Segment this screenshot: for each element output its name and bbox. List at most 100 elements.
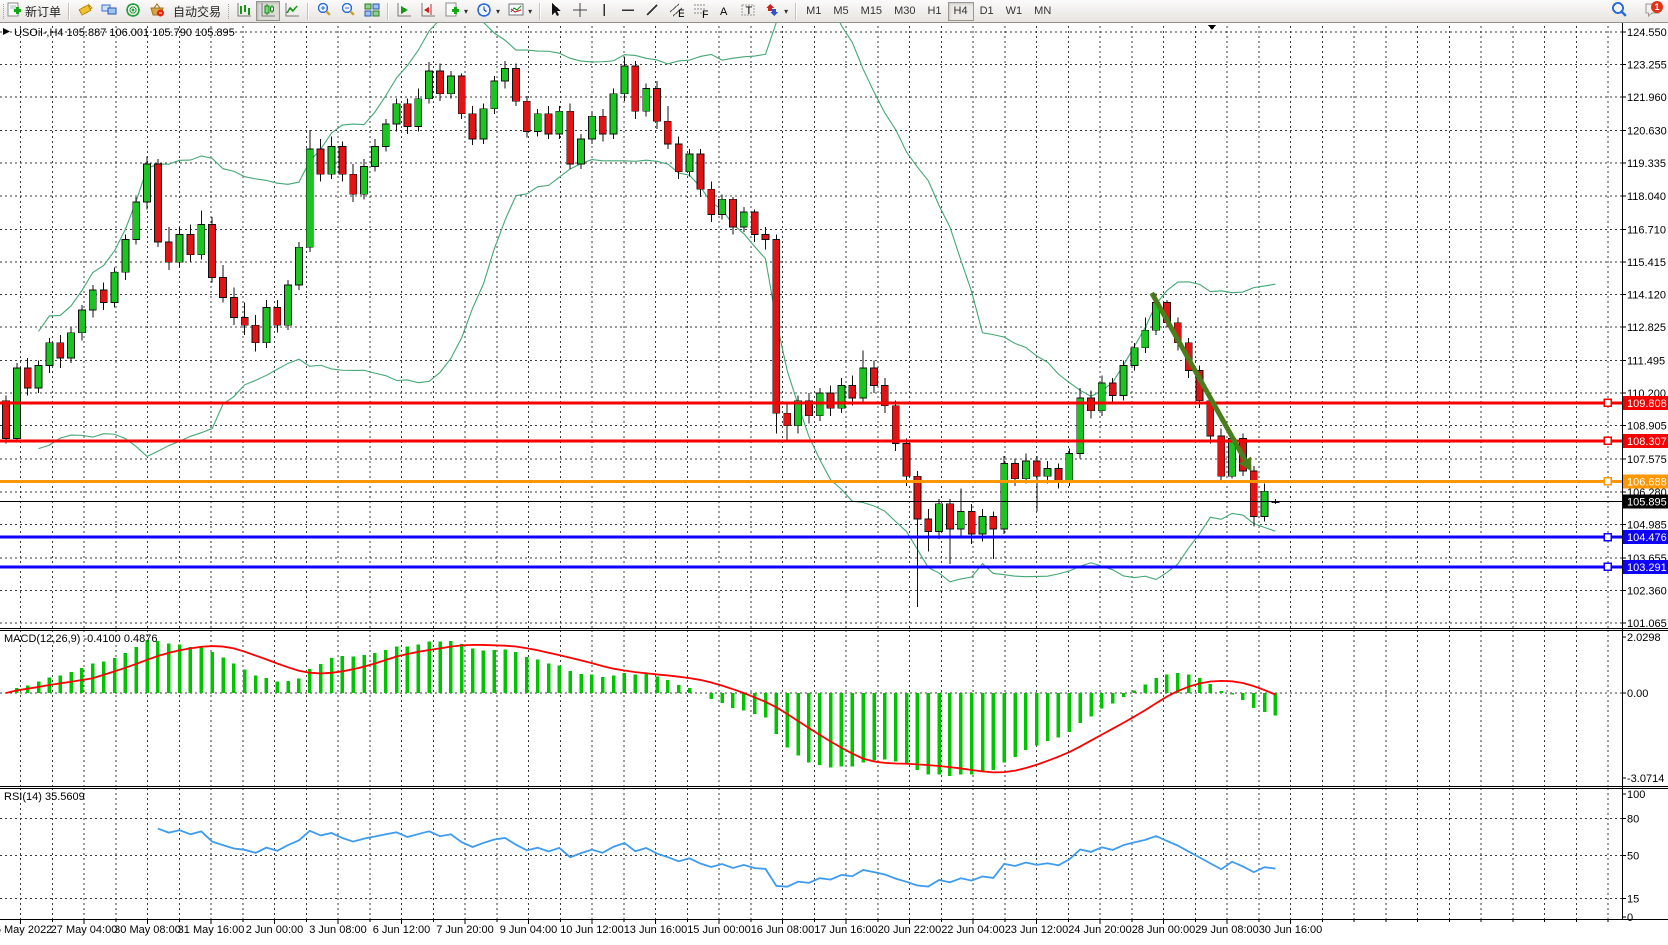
indicators-icon bbox=[396, 2, 412, 21]
svg-text:A: A bbox=[720, 6, 728, 18]
crosshair-button[interactable] bbox=[568, 1, 592, 21]
time-tick-label: 30 May 08:00 bbox=[114, 924, 181, 936]
chart-canvas[interactable]: 124.550123.255121.960120.630119.335118.0… bbox=[0, 23, 1668, 940]
price-line-badge-label: 103.291 bbox=[1627, 562, 1667, 574]
bar-chart-button[interactable] bbox=[232, 1, 256, 21]
basket-icon bbox=[149, 2, 165, 21]
timeframe-W1[interactable]: W1 bbox=[1000, 2, 1029, 21]
template-chart-icon bbox=[508, 2, 524, 21]
time-tick-label: 17 Jun 16:00 bbox=[814, 924, 878, 936]
rsi-scale-label: 0 bbox=[1627, 912, 1633, 924]
text-button[interactable]: A bbox=[712, 1, 736, 21]
current-price-badge-label: 105.895 bbox=[1627, 496, 1667, 508]
macd-indicator-label: MACD(12,26,9) -0.4100 0.4876 bbox=[4, 633, 157, 645]
tile-windows-button[interactable] bbox=[360, 1, 384, 21]
line-chart-button[interactable] bbox=[280, 1, 304, 21]
price-line-badge-label: 109.808 bbox=[1627, 398, 1667, 410]
time-tick-label: 2 Jun 00:00 bbox=[246, 924, 304, 936]
horizontal-line-icon bbox=[620, 2, 636, 21]
time-tick-label: 20 Jun 22:00 bbox=[878, 924, 942, 936]
time-tick-label: 10 Jun 12:00 bbox=[560, 924, 624, 936]
search-button[interactable] bbox=[1606, 1, 1632, 21]
crosshair-icon bbox=[572, 2, 588, 21]
fibonacci-icon: F bbox=[692, 2, 708, 21]
time-tick-label: 9 Jun 04:00 bbox=[500, 924, 558, 936]
price-tick-label: 102.360 bbox=[1627, 585, 1667, 597]
arrows-button[interactable]: ▾ bbox=[760, 1, 792, 21]
new-order-button[interactable]: 新订单 bbox=[2, 1, 65, 21]
time-tick-label: 6 Jun 12:00 bbox=[373, 924, 431, 936]
timeframe-D1[interactable]: D1 bbox=[974, 2, 1000, 21]
price-tick-label: 104.985 bbox=[1627, 519, 1667, 531]
candlestick-chart-button[interactable] bbox=[256, 1, 280, 21]
tile-windows-icon bbox=[364, 2, 380, 21]
chart-window: 124.550123.255121.960120.630119.335118.0… bbox=[0, 23, 1668, 940]
indicators-button[interactable] bbox=[392, 1, 416, 21]
macd-scale-label: -3.0714 bbox=[1627, 773, 1664, 785]
rsi-scale-label: 50 bbox=[1627, 851, 1639, 863]
notification-badge: 1 bbox=[1651, 1, 1663, 13]
chevron-down-icon: ▾ bbox=[496, 7, 500, 16]
separator bbox=[539, 3, 541, 20]
time-tick-label: 22 Jun 04:00 bbox=[941, 924, 1005, 936]
chevron-down-icon: ▾ bbox=[528, 7, 532, 16]
price-tick-label: 108.905 bbox=[1627, 421, 1667, 433]
time-tick-label: 7 Jun 20:00 bbox=[436, 924, 494, 936]
equidistant-channel-button[interactable]: E bbox=[664, 1, 688, 21]
profiles-button[interactable] bbox=[73, 1, 97, 21]
trendline-icon bbox=[644, 2, 660, 21]
radar-icon bbox=[125, 2, 141, 21]
time-tick-label: 15 Jun 00:00 bbox=[687, 924, 751, 936]
price-tick-label: 120.630 bbox=[1627, 126, 1667, 138]
svg-text:E: E bbox=[678, 8, 684, 18]
price-tick-label: 123.255 bbox=[1627, 60, 1667, 72]
templates-button[interactable]: ▾ bbox=[504, 1, 536, 21]
market-watch-button[interactable] bbox=[97, 1, 121, 21]
rsi-scale-label: 15 bbox=[1627, 894, 1639, 906]
price-line-badge-label: 106.688 bbox=[1627, 476, 1667, 488]
market-button[interactable] bbox=[145, 1, 169, 21]
zoom-out-button[interactable] bbox=[336, 1, 360, 21]
fibonacci-button[interactable]: F bbox=[688, 1, 712, 21]
separator bbox=[307, 3, 309, 20]
timeframe-H1[interactable]: H1 bbox=[921, 2, 947, 21]
cursor-button[interactable] bbox=[544, 1, 568, 21]
arrows-icon bbox=[764, 2, 780, 21]
time-tick-label: 25 May 2022 bbox=[0, 924, 52, 936]
price-tick-label: 119.335 bbox=[1627, 158, 1666, 170]
timeframe-M15[interactable]: M15 bbox=[855, 2, 888, 21]
vertical-line-button[interactable] bbox=[592, 1, 616, 21]
line-chart-icon bbox=[284, 2, 300, 21]
periods-button[interactable]: ▾ bbox=[472, 1, 504, 21]
trendline-button[interactable] bbox=[640, 1, 664, 21]
text-icon: A bbox=[716, 2, 732, 21]
price-tick-label: 116.710 bbox=[1627, 224, 1666, 236]
chevron-down-icon: ▾ bbox=[784, 7, 788, 16]
horizontal-line-button[interactable] bbox=[616, 1, 640, 21]
timeframe-toolbar: M1M5M15M30H1H4D1W1MN bbox=[800, 2, 1057, 21]
price-tick-label: 112.825 bbox=[1627, 322, 1666, 334]
time-tick-label: 27 May 04:00 bbox=[51, 924, 118, 936]
time-tick-label: 31 May 16:00 bbox=[178, 924, 245, 936]
timeframe-M30[interactable]: M30 bbox=[888, 2, 921, 21]
timeframe-H4[interactable]: H4 bbox=[948, 2, 974, 21]
auto-trading-button[interactable]: 自动交易 bbox=[169, 1, 225, 21]
navigator-button[interactable] bbox=[121, 1, 145, 21]
zoom-in-button[interactable] bbox=[312, 1, 336, 21]
notifications-button[interactable]: 1 bbox=[1640, 2, 1660, 20]
text-label-icon: T bbox=[740, 2, 756, 21]
time-tick-label: 16 Jun 08:00 bbox=[751, 924, 815, 936]
timeframe-M5[interactable]: M5 bbox=[827, 2, 854, 21]
toolbar-grip bbox=[228, 4, 229, 19]
timeframe-M1[interactable]: M1 bbox=[800, 2, 827, 21]
add-template-button[interactable]: ▾ bbox=[440, 1, 472, 21]
highlighter-icon bbox=[77, 2, 93, 21]
text-label-button[interactable]: T bbox=[736, 1, 760, 21]
chart-title: USOil-,H4 105.887 106.001 105.790 105.89… bbox=[14, 27, 235, 39]
price-tick-label: 121.960 bbox=[1627, 92, 1667, 104]
auto-trading-label: 自动交易 bbox=[173, 3, 221, 20]
time-tick-label: 30 Jun 16:00 bbox=[1259, 924, 1323, 936]
timeframe-MN[interactable]: MN bbox=[1028, 2, 1057, 21]
objects-list-button[interactable] bbox=[416, 1, 440, 21]
macd-scale-label: 2.0298 bbox=[1627, 632, 1661, 644]
